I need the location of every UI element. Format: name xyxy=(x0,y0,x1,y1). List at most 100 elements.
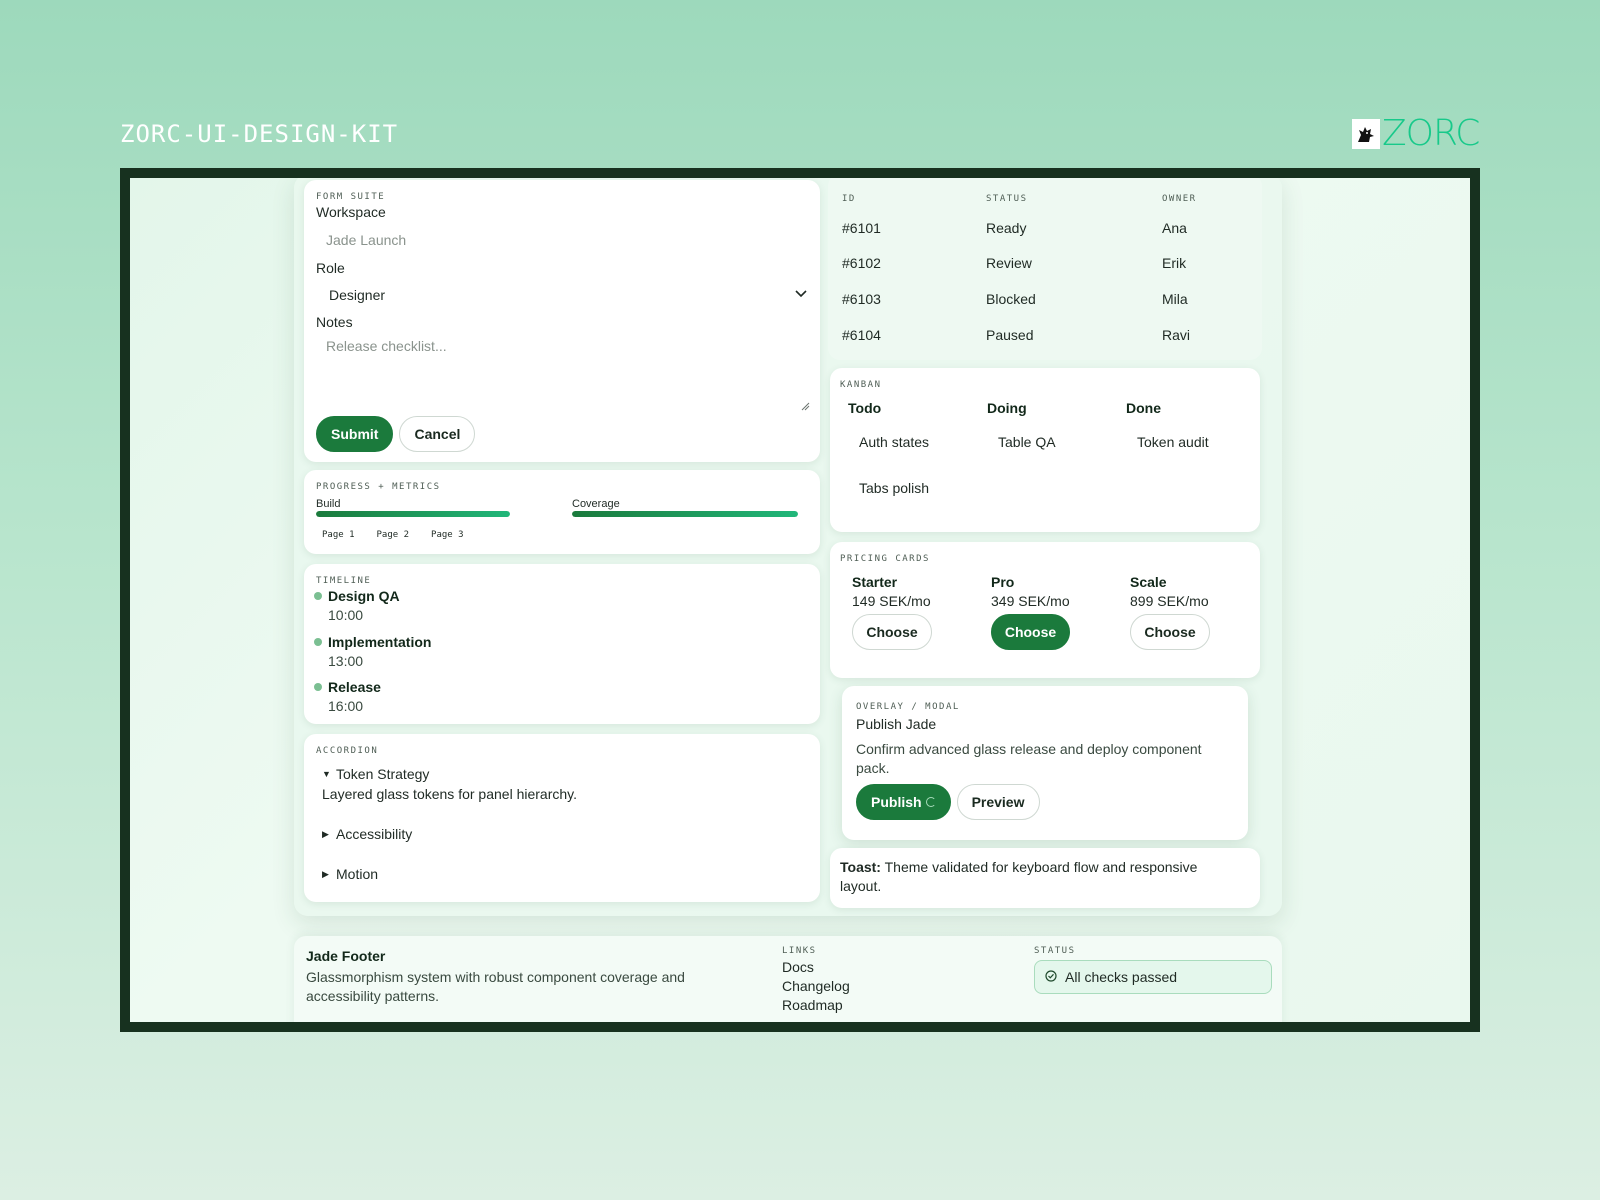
footer-description: Glassmorphism system with robust compone… xyxy=(306,969,685,1004)
check-circle-icon xyxy=(1045,969,1057,985)
choose-scale-button[interactable]: Choose xyxy=(1130,614,1210,650)
timeline-title: Design QA xyxy=(328,588,400,604)
kanban-card: KANBAN Todo Doing Done Auth states Tabs … xyxy=(830,368,1260,532)
page-3-link[interactable]: Page 3 xyxy=(431,530,464,540)
footer: Jade Footer Glassmorphism system with ro… xyxy=(294,936,1282,1022)
table-header-id: ID xyxy=(842,194,856,204)
table-cell: Erik xyxy=(1162,255,1187,271)
table-cell: Mila xyxy=(1162,291,1188,307)
coverage-progress-fill xyxy=(572,511,798,517)
links-eyebrow: LINKS xyxy=(782,946,817,956)
status-text: All checks passed xyxy=(1065,969,1178,985)
preview-button[interactable]: Preview xyxy=(956,784,1040,820)
timeline-dot xyxy=(314,592,322,600)
role-select[interactable]: Designer xyxy=(316,284,808,306)
modal-eyebrow: OVERLAY / MODAL xyxy=(856,702,960,712)
table-cell: #6103 xyxy=(842,291,881,307)
accordion-title: Token Strategy xyxy=(336,766,430,782)
kanban-card-item[interactable]: Tabs polish xyxy=(859,480,929,496)
page-1-link[interactable]: Page 1 xyxy=(322,530,355,540)
pricing-eyebrow: PRICING CARDS xyxy=(840,554,930,564)
status-eyebrow: STATUS xyxy=(1034,946,1076,956)
cancel-button[interactable]: Cancel xyxy=(399,416,476,452)
accordion-token-strategy[interactable]: ▼ Token Strategy xyxy=(322,766,429,782)
footer-link-roadmap[interactable]: Roadmap xyxy=(782,996,850,1015)
accordion-eyebrow: ACCORDION xyxy=(316,746,379,756)
footer-link-changelog[interactable]: Changelog xyxy=(782,977,850,996)
brand-name: ZORC xyxy=(1382,113,1480,154)
timeline-card: TIMELINE Design QA 10:00 Implementation … xyxy=(304,564,820,724)
kanban-column-todo: Todo xyxy=(848,400,882,416)
brand-logo: ZORC xyxy=(1352,113,1480,154)
kanban-column-doing: Doing xyxy=(987,400,1027,416)
notes-placeholder: Release checklist... xyxy=(326,338,447,354)
modal-body: Confirm advanced glass release and deplo… xyxy=(856,741,1202,776)
choose-starter-button[interactable]: Choose xyxy=(852,614,932,650)
page-2-link[interactable]: Page 2 xyxy=(377,530,410,540)
device-frame: FORM SUITE Workspace Jade Launch Role De… xyxy=(120,168,1480,1032)
plan-name: Pro xyxy=(991,574,1015,590)
build-progress-fill xyxy=(316,511,510,517)
timeline-time: 10:00 xyxy=(328,607,364,623)
progress-card: PROGRESS + METRICS Build Coverage Page 1… xyxy=(304,470,820,554)
workspace-label: Workspace xyxy=(316,204,386,220)
timeline-title: Release xyxy=(328,679,381,695)
role-label: Role xyxy=(316,260,345,276)
accordion-accessibility[interactable]: ▶ Accessibility xyxy=(322,826,412,842)
coverage-label: Coverage xyxy=(572,498,620,510)
table-header-status: STATUS xyxy=(986,194,1028,204)
workspace-input[interactable]: Jade Launch xyxy=(326,232,806,252)
publish-button[interactable]: Publish xyxy=(856,784,951,820)
timeline-eyebrow: TIMELINE xyxy=(316,576,372,586)
form-card: FORM SUITE Workspace Jade Launch Role De… xyxy=(304,180,820,462)
table-cell: Review xyxy=(986,255,1032,271)
table-cell: Blocked xyxy=(986,291,1036,307)
toast: Toast: Theme validated for keyboard flow… xyxy=(830,848,1260,908)
form-eyebrow: FORM SUITE xyxy=(316,192,386,202)
kanban-card-item[interactable]: Table QA xyxy=(998,434,1056,450)
timeline-title: Implementation xyxy=(328,634,432,650)
accordion-title: Accessibility xyxy=(336,826,413,842)
table-header-owner: OWNER xyxy=(1162,194,1197,204)
pricing-card: PRICING CARDS Starter 149 SEK/mo Choose … xyxy=(830,542,1260,678)
caret-right-icon: ▶ xyxy=(322,828,329,839)
plan-price: 899 SEK/mo xyxy=(1130,593,1209,609)
timeline-time: 13:00 xyxy=(328,653,364,669)
kanban-card-item[interactable]: Token audit xyxy=(1137,434,1209,450)
timeline-time: 16:00 xyxy=(328,698,364,714)
resize-handle-icon[interactable] xyxy=(800,398,810,411)
build-label: Build xyxy=(316,498,341,510)
publish-label: Publish xyxy=(871,794,922,810)
table-cell: Paused xyxy=(986,327,1034,343)
plan-name: Starter xyxy=(852,574,898,590)
kanban-card-item[interactable]: Auth states xyxy=(859,434,929,450)
plan-price: 149 SEK/mo xyxy=(852,593,931,609)
notes-textarea[interactable]: Release checklist... xyxy=(316,338,810,411)
table-cell: #6101 xyxy=(842,220,881,236)
caret-down-icon: ▼ xyxy=(322,769,331,779)
accordion-motion[interactable]: ▶ Motion xyxy=(322,866,378,882)
component-shell: FORM SUITE Workspace Jade Launch Role De… xyxy=(294,178,1282,916)
role-select-value: Designer xyxy=(329,287,386,303)
plan-name: Scale xyxy=(1130,574,1167,590)
build-progress-bar xyxy=(316,511,510,517)
notes-label: Notes xyxy=(316,314,353,330)
choose-pro-button[interactable]: Choose xyxy=(991,614,1070,650)
accordion-card: ACCORDION ▼ Token Strategy Layered glass… xyxy=(304,734,820,902)
table-cell: Ready xyxy=(986,220,1027,236)
app-screen: FORM SUITE Workspace Jade Launch Role De… xyxy=(130,178,1470,1022)
timeline-dot xyxy=(314,638,322,646)
submit-button[interactable]: Submit xyxy=(316,416,394,452)
footer-title: Jade Footer xyxy=(306,948,386,964)
table-cell: Ravi xyxy=(1162,327,1191,343)
footer-link-docs[interactable]: Docs xyxy=(782,958,850,977)
kanban-eyebrow: KANBAN xyxy=(840,380,882,390)
caret-right-icon: ▶ xyxy=(322,868,329,879)
plan-price: 349 SEK/mo xyxy=(991,593,1070,609)
data-table: ID STATUS OWNER #6101 Ready Ana #6102 Re… xyxy=(828,178,1262,360)
toast-message: Theme validated for keyboard flow and re… xyxy=(840,859,1198,894)
kit-title: ZORC-UI-DESIGN-KIT xyxy=(120,120,399,148)
accordion-body: Layered glass tokens for panel hierarchy… xyxy=(322,786,577,802)
progress-eyebrow: PROGRESS + METRICS xyxy=(316,482,441,492)
kanban-column-done: Done xyxy=(1126,400,1161,416)
